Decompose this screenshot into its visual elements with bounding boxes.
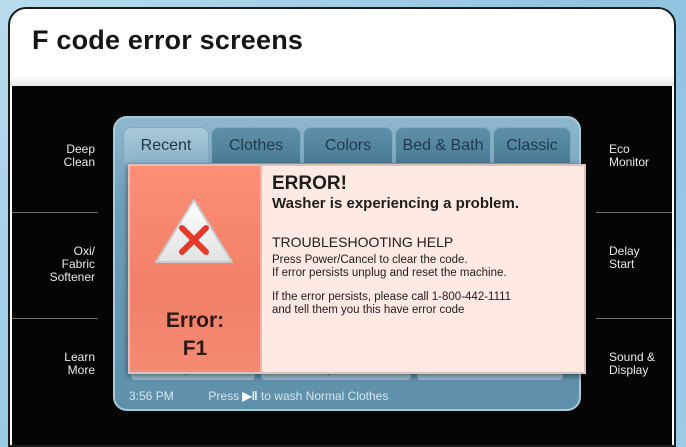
tab-bed-bath[interactable]: Bed & Bath bbox=[395, 127, 491, 163]
error-code: F1 bbox=[182, 337, 208, 360]
call-instruction: If the error persists, please call 1-800… bbox=[272, 291, 512, 303]
tab-recent[interactable]: Recent bbox=[123, 127, 209, 163]
error-screens-card: F code error screens Deep Clean Oxi/ Fab… bbox=[8, 7, 676, 447]
side-button-eco-monitor[interactable]: Eco Monitor bbox=[609, 143, 649, 169]
tab-clothes[interactable]: Clothes bbox=[211, 127, 301, 163]
warning-triangle-x-icon bbox=[152, 196, 236, 266]
page-title: F code error screens bbox=[32, 25, 304, 55]
status-press: Press bbox=[208, 389, 240, 403]
side-button-sound-display[interactable]: Sound & Display bbox=[609, 351, 655, 377]
side-button-delay-start[interactable]: Delay Start bbox=[609, 245, 640, 271]
status-message: to wash Normal Clothes bbox=[260, 389, 389, 403]
error-label: Error: bbox=[165, 309, 225, 332]
side-button-label: Start bbox=[609, 257, 635, 271]
error-dialog-sidebar: Error: F1 bbox=[130, 166, 262, 372]
side-button-learn-more[interactable]: Learn More bbox=[64, 351, 95, 377]
side-button-label: Softener bbox=[49, 270, 95, 284]
side-button-label: Display bbox=[609, 363, 649, 377]
error-dialog: Error: F1 ERROR! Washer is experiencing … bbox=[128, 164, 586, 374]
help-instruction: Press Power/Cancel to clear the code. bbox=[272, 254, 468, 266]
error-subtitle: Washer is experiencing a problem. bbox=[272, 195, 520, 212]
side-button-oxi-fabric-softener[interactable]: Oxi/ Fabric Softener bbox=[50, 245, 95, 284]
status-time: 3:56 PM bbox=[129, 389, 174, 403]
error-dialog-body: ERROR! Washer is experiencing a problem.… bbox=[272, 174, 580, 317]
help-instruction: If error persists unplug and reset the m… bbox=[272, 267, 507, 279]
side-button-label: Monitor bbox=[609, 155, 650, 169]
call-instruction: and tell them you this have error code bbox=[272, 304, 465, 316]
tab-colors[interactable]: Colors bbox=[303, 127, 393, 163]
side-divider bbox=[596, 318, 672, 319]
play-pause-icon: ▶‖ bbox=[242, 389, 258, 403]
tab-classic[interactable]: Classic bbox=[493, 127, 571, 163]
status-bar: 3:56 PM Press ▶‖ to wash Normal Clothes bbox=[129, 388, 388, 404]
troubleshooting-heading: TROUBLESHOOTING HELP bbox=[272, 234, 454, 250]
side-divider bbox=[596, 212, 672, 213]
error-title: ERROR! bbox=[272, 173, 347, 194]
washer-display: Deep Clean Oxi/ Fabric Softener Learn Mo… bbox=[12, 86, 672, 445]
side-divider bbox=[12, 318, 98, 319]
side-button-deep-clean[interactable]: Deep Clean bbox=[64, 143, 95, 169]
side-button-label: More bbox=[67, 363, 95, 377]
title-divider bbox=[10, 75, 674, 86]
side-divider bbox=[12, 212, 98, 213]
side-button-label: Clean bbox=[63, 155, 95, 169]
